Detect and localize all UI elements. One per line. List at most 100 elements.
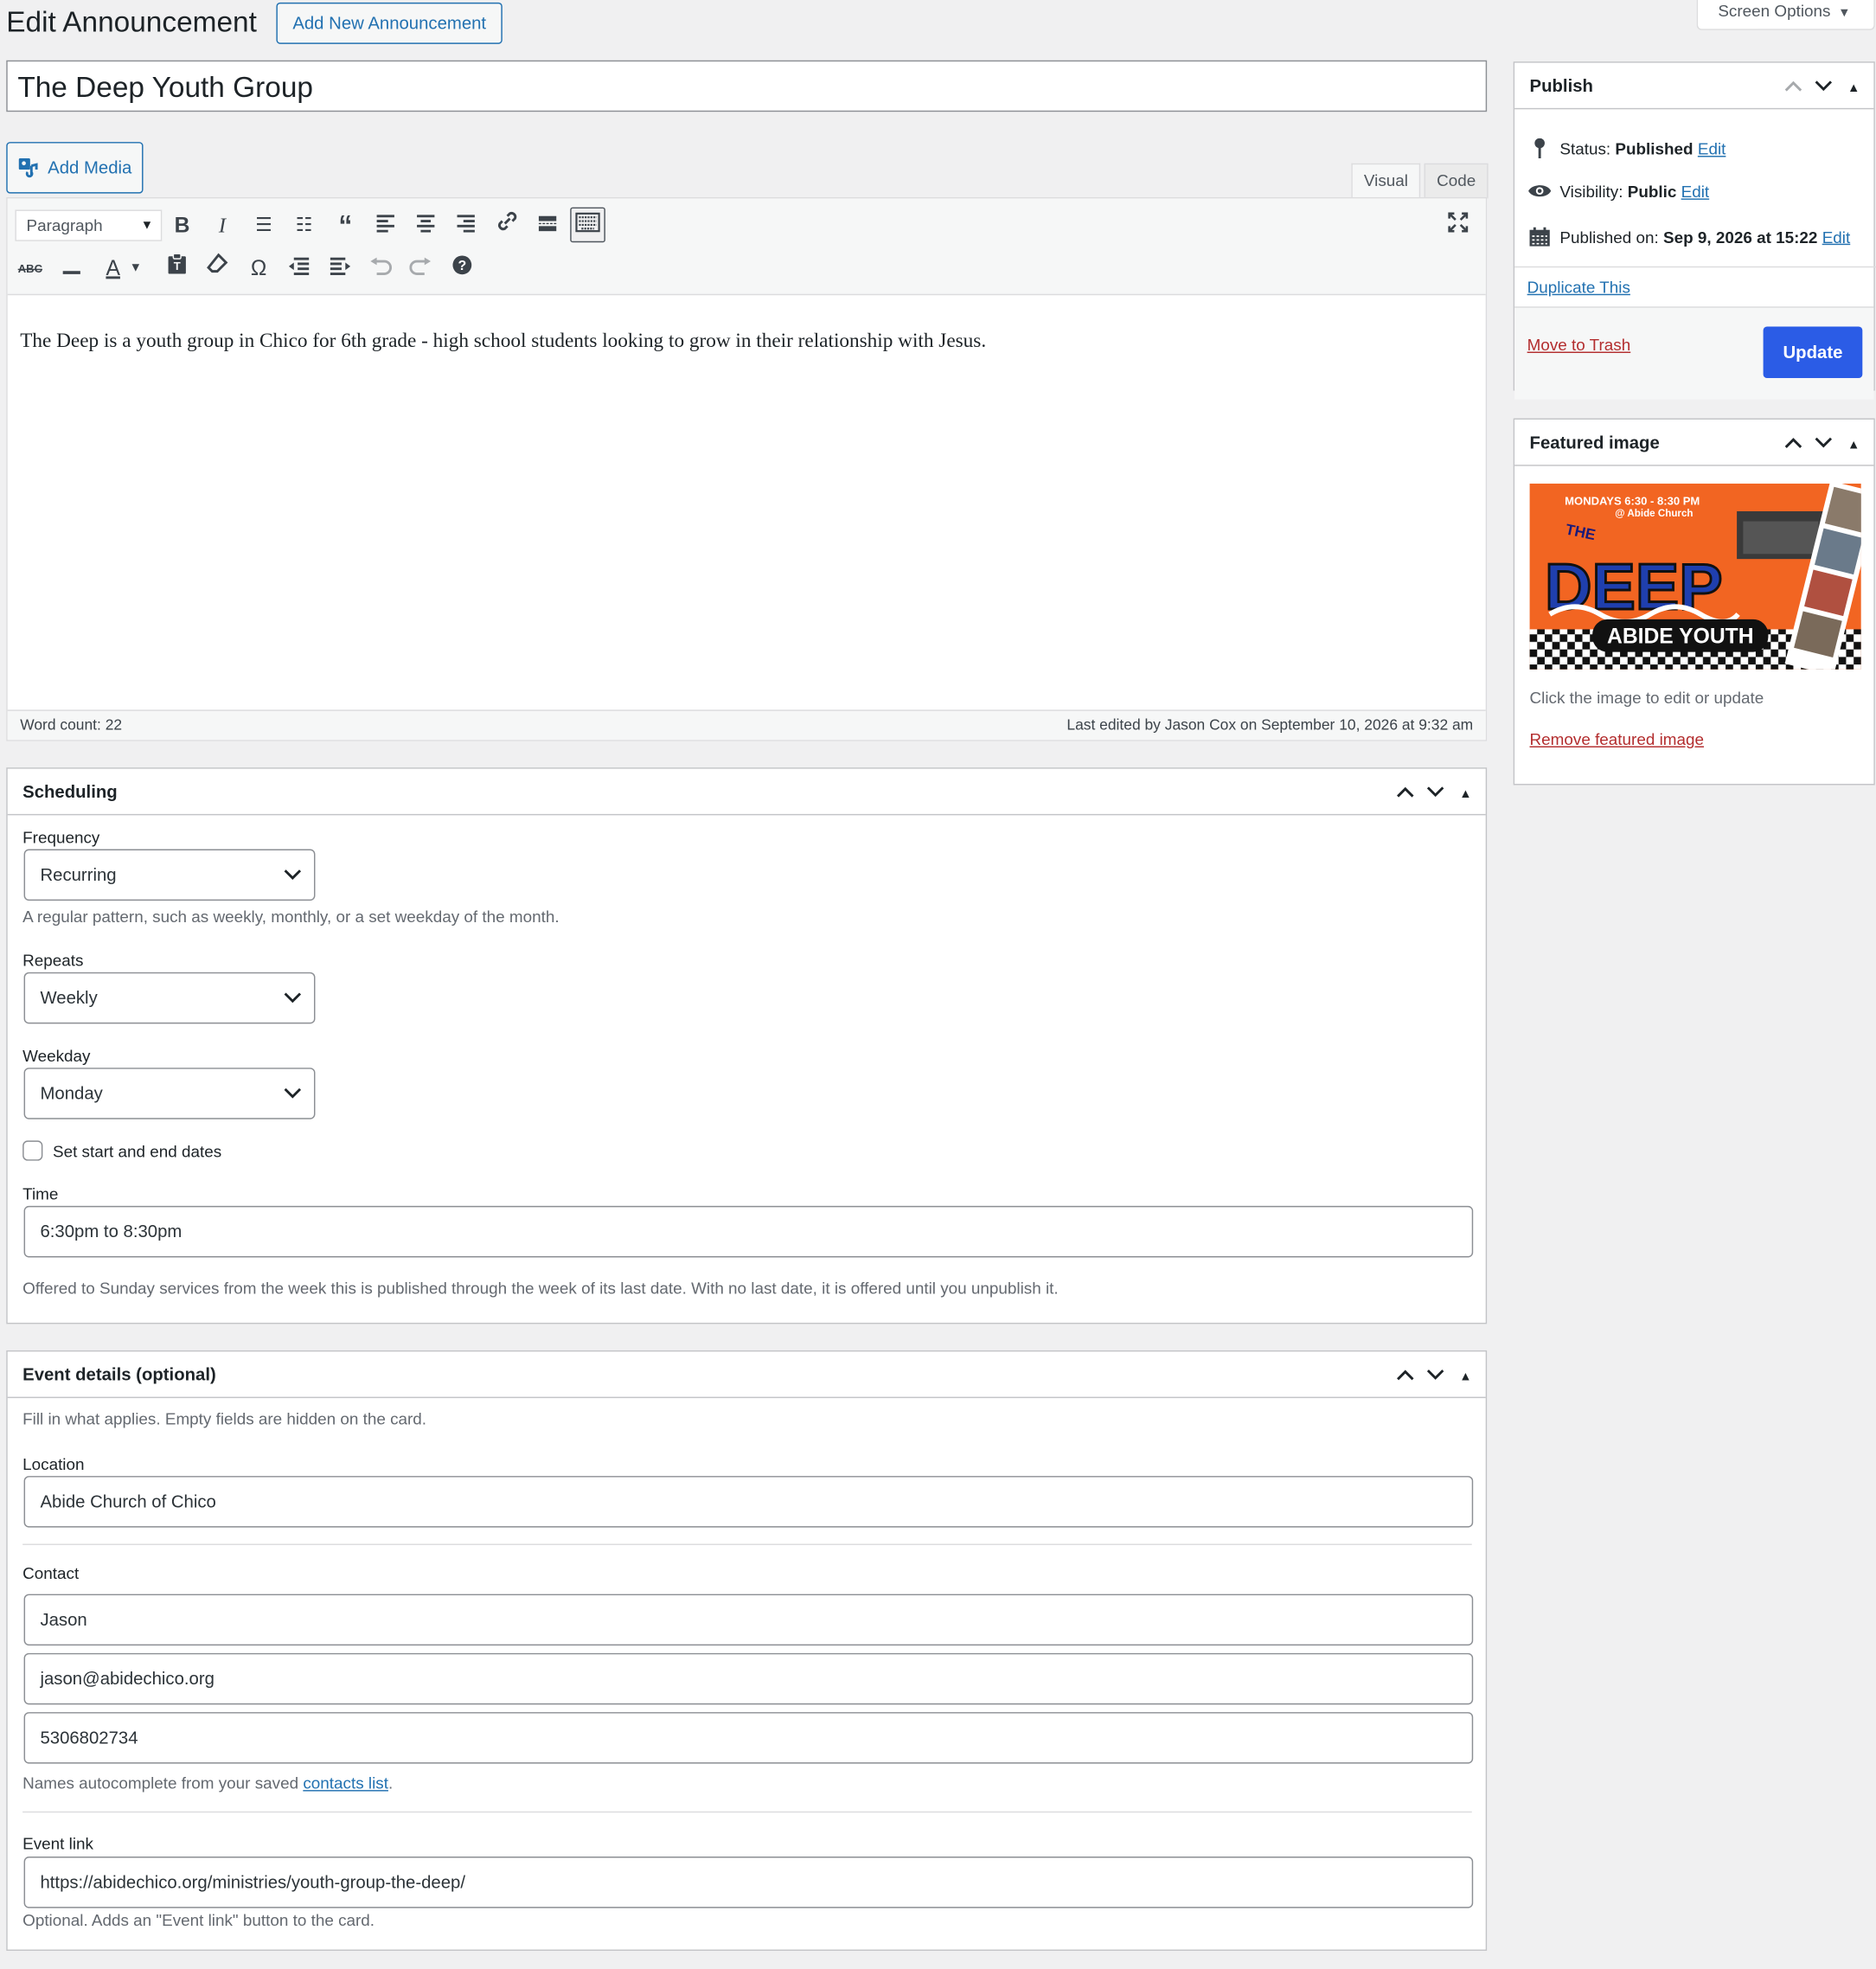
divider: [22, 1543, 1472, 1545]
caret-down-icon[interactable]: ▼: [125, 251, 145, 286]
horizontal-line-icon[interactable]: [54, 251, 89, 286]
frequency-help: A regular pattern, such as weekly, month…: [22, 907, 560, 927]
svg-text:T: T: [174, 260, 181, 273]
published-on-row: Published on: Sep 9, 2026 at 15:22 Edit: [1527, 226, 1851, 251]
italic-icon[interactable]: I: [205, 208, 240, 244]
move-to-trash-link[interactable]: Move to Trash: [1527, 336, 1631, 355]
strikethrough-icon[interactable]: ABC: [13, 251, 48, 286]
visibility-row: Visibility: Public Edit: [1527, 182, 1710, 202]
visibility-edit-link[interactable]: Edit: [1681, 183, 1710, 202]
calendar-icon: [1527, 226, 1553, 251]
move-up-icon[interactable]: [1778, 64, 1809, 109]
status-row: Status: Published Edit: [1527, 138, 1726, 163]
publish-header: Publish ▲: [1514, 63, 1874, 110]
bullet-list-icon[interactable]: ☰: [247, 208, 282, 244]
scheduling-box: Scheduling ▲ Frequency Recurring A regul…: [6, 767, 1488, 1324]
duplicate-link[interactable]: Duplicate This: [1527, 278, 1630, 297]
contact-help-text: Names autocomplete from your saved: [22, 1773, 304, 1793]
contact-phone-input[interactable]: 5306802734: [23, 1712, 1474, 1764]
published-value: Sep 9, 2026 at 15:22: [1663, 228, 1818, 247]
last-edited: Last edited by Jason Cox on September 10…: [1066, 715, 1474, 734]
featured-image-hint: Click the image to edit or update: [1529, 688, 1764, 708]
time-help: Offered to Sunday services from the week…: [22, 1279, 1059, 1298]
contact-name-input[interactable]: Jason: [23, 1594, 1474, 1646]
pin-icon: [1527, 138, 1553, 163]
weekday-value: Monday: [40, 1082, 103, 1103]
contact-help-suffix: .: [387, 1773, 394, 1793]
contact-email-input[interactable]: jason@abidechico.org: [23, 1652, 1474, 1705]
box-controls: ▲: [1778, 63, 1869, 108]
add-media-button[interactable]: Add Media: [6, 142, 144, 194]
add-new-button[interactable]: Add New Announcement: [276, 2, 503, 44]
featured-image[interactable]: THE DEEP ABIDE YOUTH MONDAYS 6:30 - 8:30…: [1529, 484, 1861, 670]
numbered-list-icon[interactable]: ☷: [286, 208, 322, 244]
contacts-list-link[interactable]: contacts list: [303, 1773, 388, 1793]
remove-featured-image-link[interactable]: Remove featured image: [1530, 730, 1704, 749]
blockquote-icon[interactable]: “: [328, 208, 363, 244]
special-character-icon[interactable]: Ω: [241, 251, 277, 286]
eye-icon: [1527, 183, 1553, 202]
weekday-select[interactable]: Monday: [23, 1068, 316, 1119]
move-down-icon[interactable]: [1809, 64, 1839, 109]
location-input[interactable]: Abide Church of Chico: [23, 1476, 1474, 1528]
time-label: Time: [22, 1184, 59, 1204]
format-select[interactable]: Paragraph ▼: [15, 209, 163, 241]
dates-checkbox[interactable]: [22, 1140, 43, 1161]
publish-box: Publish ▲ Status: Published Edit Visibil…: [1513, 61, 1876, 400]
help-icon[interactable]: ?: [445, 251, 480, 286]
box-controls: ▲: [1390, 1351, 1481, 1396]
published-edit-link[interactable]: Edit: [1822, 228, 1851, 247]
event-link-input[interactable]: https://abidechico.org/ministries/youth-…: [23, 1857, 1474, 1908]
align-left-icon[interactable]: [368, 208, 403, 244]
read-more-icon[interactable]: [530, 208, 566, 244]
collapse-toggle-icon[interactable]: ▲: [1839, 67, 1869, 112]
chevron-down-icon: [284, 850, 302, 900]
align-center-icon[interactable]: [408, 208, 444, 244]
add-media-label: Add Media: [48, 157, 132, 177]
link-icon[interactable]: [490, 208, 525, 244]
visibility-value: Public: [1627, 182, 1677, 202]
tab-visual[interactable]: Visual: [1351, 163, 1421, 199]
format-select-value: Paragraph: [26, 215, 103, 235]
update-button[interactable]: Update: [1763, 326, 1863, 379]
fullscreen-icon[interactable]: [1440, 208, 1476, 244]
caret-down-icon: ▼: [1838, 6, 1851, 21]
screen-options-button[interactable]: Screen Options ▼: [1696, 0, 1875, 30]
svg-text:?: ?: [458, 259, 466, 273]
undo-icon[interactable]: [363, 251, 399, 286]
featured-image-line1: MONDAYS 6:30 - 8:30 PM: [1565, 495, 1700, 508]
move-down-icon[interactable]: [1420, 1353, 1450, 1398]
tab-code[interactable]: Code: [1424, 163, 1489, 199]
collapse-toggle-icon[interactable]: ▲: [1839, 423, 1869, 468]
time-input[interactable]: 6:30pm to 8:30pm: [23, 1205, 1474, 1258]
move-down-icon[interactable]: [1809, 420, 1839, 465]
contact-label: Contact: [22, 1563, 80, 1583]
redo-icon[interactable]: [403, 251, 439, 286]
move-up-icon[interactable]: [1778, 420, 1809, 465]
title-input[interactable]: The Deep Youth Group: [6, 60, 1488, 112]
chevron-down-icon: [284, 973, 302, 1023]
chevron-down-icon: [284, 1069, 302, 1119]
collapse-toggle-icon[interactable]: ▲: [1450, 773, 1481, 818]
clear-formatting-icon[interactable]: [200, 251, 235, 286]
contact-help: Names autocomplete from your saved conta…: [22, 1773, 393, 1793]
align-right-icon[interactable]: [448, 208, 483, 244]
toolbar-toggle-icon[interactable]: [570, 207, 605, 243]
editor-content[interactable]: The Deep is a youth group in Chico for 6…: [20, 330, 986, 353]
move-up-icon[interactable]: [1390, 770, 1420, 815]
box-controls: ▲: [1778, 420, 1869, 465]
collapse-toggle-icon[interactable]: ▲: [1450, 1356, 1481, 1401]
frequency-select[interactable]: Recurring: [23, 849, 316, 901]
bold-icon[interactable]: B: [164, 208, 200, 244]
paste-text-icon[interactable]: T: [159, 251, 195, 286]
status-edit-link[interactable]: Edit: [1698, 139, 1726, 158]
publish-title: Publish: [1529, 75, 1593, 96]
featured-image-line2: @ Abide Church: [1615, 508, 1693, 519]
move-up-icon[interactable]: [1390, 1353, 1420, 1398]
move-down-icon[interactable]: [1420, 770, 1450, 815]
divider: [1514, 266, 1876, 268]
indent-icon[interactable]: [323, 251, 358, 286]
outdent-icon[interactable]: [281, 251, 317, 286]
repeats-select[interactable]: Weekly: [23, 972, 316, 1024]
event-link-help: Optional. Adds an "Event link" button to…: [22, 1910, 375, 1930]
